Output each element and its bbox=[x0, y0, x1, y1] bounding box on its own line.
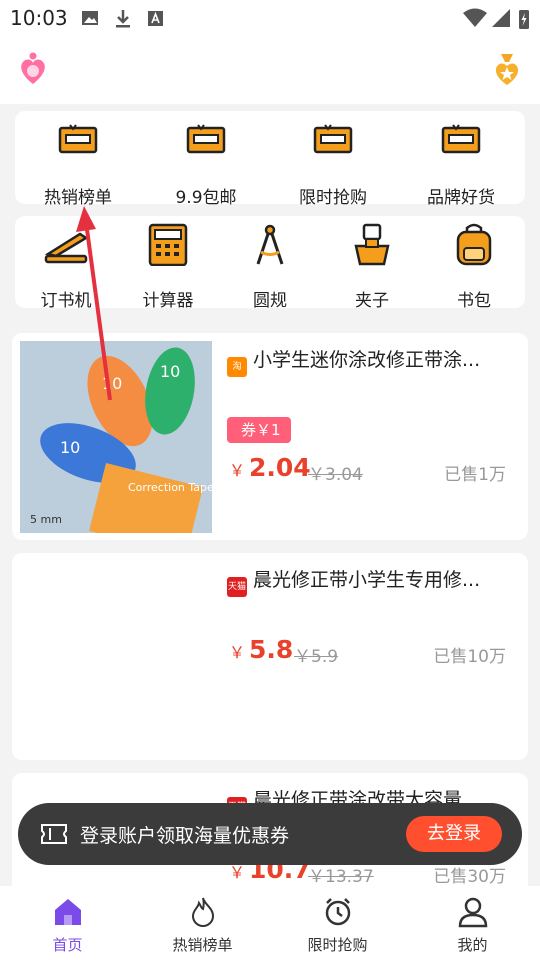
bottom-tab-bar: 首页 热销榜单 限时抢购 我的 bbox=[0, 886, 540, 960]
image-icon bbox=[82, 11, 98, 25]
product-price: ￥ 2.04 bbox=[229, 453, 311, 482]
category-label: 9.9包邮 bbox=[175, 188, 237, 208]
category-clip[interactable]: 夹子 bbox=[322, 216, 422, 311]
tmall-badge: 天猫 bbox=[227, 577, 247, 597]
backpack-icon bbox=[456, 223, 492, 266]
category-label: 夹子 bbox=[355, 291, 389, 311]
status-bar: 10:03 bbox=[0, 0, 540, 36]
gold-star-medal-icon[interactable] bbox=[492, 52, 522, 86]
image-text: 10 bbox=[102, 374, 122, 393]
category-free-shipping[interactable]: 9.9包邮 bbox=[156, 111, 256, 208]
original-price: ￥13.37 bbox=[308, 867, 374, 887]
product-title[interactable]: 淘小学生迷你涂改修正带涂... bbox=[227, 345, 480, 377]
clip-icon bbox=[354, 223, 390, 266]
alarm-clock-icon bbox=[325, 898, 350, 926]
product-title[interactable]: 天猫 晨光修正带小学生专用修... bbox=[227, 565, 480, 597]
coupon-ticket-icon bbox=[41, 824, 67, 844]
signal-icon bbox=[492, 9, 510, 27]
compass-icon bbox=[256, 224, 284, 265]
sold-count: 已售30万 bbox=[433, 867, 506, 887]
tab-mine[interactable]: 我的 bbox=[405, 886, 540, 955]
coupon-badge: 券￥1 bbox=[227, 417, 291, 443]
tab-flash-sale[interactable]: 限时抢购 bbox=[270, 886, 405, 955]
person-icon bbox=[458, 897, 487, 928]
sold-count: 已售1万 bbox=[444, 465, 506, 485]
product-card[interactable]: 天猫 晨光修正带小学生专用修... ￥ 5.8 ￥5.9 已售10万 bbox=[12, 553, 528, 760]
download-icon bbox=[116, 10, 130, 28]
image-text: 10 bbox=[160, 362, 180, 381]
category-label: 热销榜单 bbox=[44, 188, 112, 208]
status-time: 10:03 bbox=[10, 6, 68, 30]
taobao-badge: 淘 bbox=[227, 357, 247, 377]
category-backpack[interactable]: 书包 bbox=[424, 216, 524, 311]
product-image[interactable]: 10 10 10 Correction Tape 5 mm bbox=[20, 341, 212, 533]
home-icon bbox=[54, 899, 81, 925]
original-price: ￥3.04 bbox=[308, 465, 363, 485]
tab-hot-list[interactable]: 热销榜单 bbox=[135, 886, 270, 955]
category-label: 品牌好货 bbox=[427, 188, 495, 208]
category-compass[interactable]: 圆规 bbox=[220, 216, 320, 311]
tab-label: 首页 bbox=[52, 936, 83, 954]
battery-icon bbox=[519, 10, 529, 29]
product-price: ￥ 5.8 bbox=[229, 635, 294, 664]
category-flash-sale[interactable]: 限时抢购 bbox=[283, 111, 383, 208]
category-label: 限时抢购 bbox=[299, 188, 367, 208]
tab-home[interactable]: 首页 bbox=[0, 886, 135, 955]
image-text: Correction Tape bbox=[128, 481, 212, 494]
wifi-icon bbox=[463, 8, 487, 27]
category-label: 计算器 bbox=[142, 291, 194, 311]
tab-label: 热销榜单 bbox=[172, 936, 233, 954]
pink-heart-logo-icon[interactable] bbox=[18, 52, 48, 86]
original-price: ￥5.9 bbox=[294, 647, 339, 667]
sub-category-row: 订书机 计算器 圆规 夹子 书包 bbox=[15, 216, 525, 311]
ticket-icon bbox=[58, 124, 98, 154]
ticket-icon bbox=[186, 124, 226, 154]
calculator-icon bbox=[148, 223, 188, 267]
category-brand-goods[interactable]: 品牌好货 bbox=[411, 111, 511, 208]
font-icon bbox=[148, 11, 163, 26]
category-calculator[interactable]: 计算器 bbox=[118, 216, 218, 311]
category-label: 书包 bbox=[457, 291, 491, 311]
login-toast: 登录账户领取海量优惠券 去登录 bbox=[18, 803, 522, 865]
tab-label: 我的 bbox=[457, 936, 488, 954]
category-stapler[interactable]: 订书机 bbox=[16, 216, 116, 311]
product-card[interactable]: 10 10 10 Correction Tape 5 mm 淘小学生迷你涂改修正… bbox=[12, 333, 528, 540]
image-text: 5 mm bbox=[30, 513, 62, 526]
flame-icon bbox=[191, 897, 214, 928]
category-label: 圆规 bbox=[253, 291, 287, 311]
image-text: 10 bbox=[60, 438, 80, 457]
stapler-icon bbox=[44, 232, 89, 264]
sold-count: 已售10万 bbox=[433, 647, 506, 667]
ticket-icon bbox=[441, 124, 481, 154]
ticket-icon bbox=[313, 124, 353, 154]
category-label: 订书机 bbox=[40, 291, 92, 311]
app-bar bbox=[0, 36, 540, 104]
toast-message: 登录账户领取海量优惠券 bbox=[80, 825, 290, 847]
category-hot-list[interactable]: 热销榜单 bbox=[28, 111, 128, 208]
login-button[interactable]: 去登录 bbox=[406, 816, 502, 852]
tab-label: 限时抢购 bbox=[307, 936, 368, 954]
top-category-row: 热销榜单 9.9包邮 限时抢购 品牌好货 bbox=[15, 111, 525, 208]
product-image-placeholder[interactable] bbox=[20, 561, 212, 753]
